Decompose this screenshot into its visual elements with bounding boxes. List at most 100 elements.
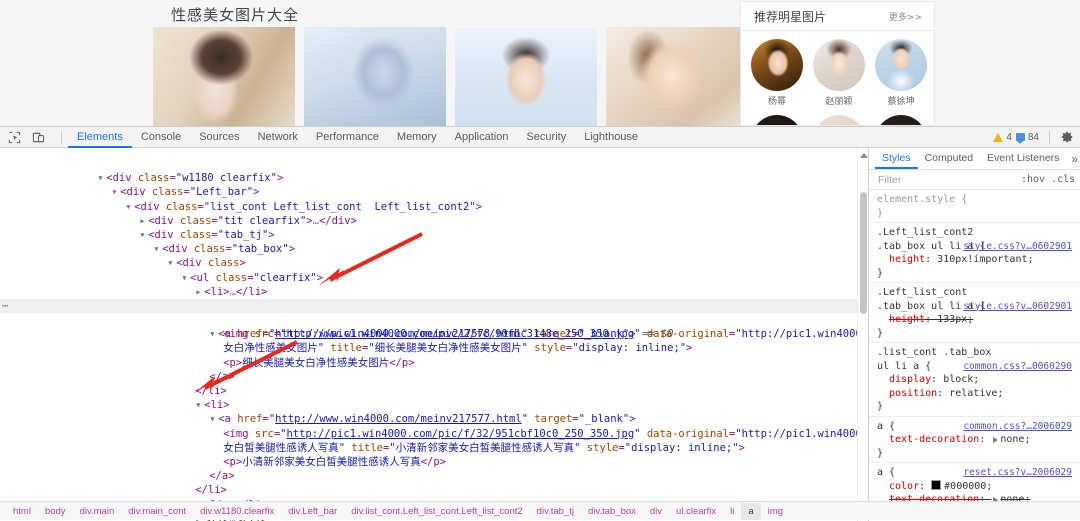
style-prop[interactable]: position <box>877 387 937 401</box>
breadcrumb-div[interactable]: div <box>643 503 669 520</box>
dom-line-li-collapsed[interactable]: ▸<li>…</li> <box>0 483 868 511</box>
more-tabs-icon[interactable]: » <box>1066 152 1080 166</box>
tab-styles[interactable]: Styles <box>875 148 918 169</box>
tab-lighthouse[interactable]: Lighthouse <box>575 127 647 148</box>
scroll-up-icon[interactable] <box>860 153 868 158</box>
breadcrumb-div-list-cont[interactable]: div.list_cont.Left_list_cont.Left_list_c… <box>344 503 529 520</box>
tab-security[interactable]: Security <box>517 127 575 148</box>
style-value[interactable]: none; <box>1000 434 1030 445</box>
dom-line-p-1[interactable]: <p>细长美腿美女白净性感美女图片</p> <box>0 341 868 369</box>
style-prop-struck[interactable]: height <box>877 313 925 327</box>
style-rule-left-list-cont[interactable]: .Left_list_cont style.css?v…0602901 .tab_… <box>869 283 1080 343</box>
dom-line-img-1a[interactable]: <img src="http://pic1.win4000.com/pic/2/… <box>0 313 868 340</box>
star-item[interactable] <box>874 115 928 125</box>
hov-toggle[interactable]: :hov <box>1021 174 1045 185</box>
tab-sources[interactable]: Sources <box>190 127 248 148</box>
style-value-struck[interactable]: 133px; <box>937 314 973 325</box>
style-value[interactable]: 310px!important; <box>937 254 1033 265</box>
tab-application[interactable]: Application <box>446 127 518 148</box>
breadcrumb-img[interactable]: img <box>761 503 790 520</box>
tab-computed[interactable]: Computed <box>918 148 980 169</box>
breadcrumb-div-main-cont[interactable]: div.main_cont <box>121 503 193 520</box>
dom-line-w1180[interactable]: ▾ <div class="w1180 clearfix"> <box>0 157 868 184</box>
dom-line-tit[interactable]: ▸ <div class="tit clearfix">…</div> <box>0 200 868 227</box>
dom-line-list-cont[interactable]: ▾ <div class="list_cont Left_list_cont Le… <box>0 185 868 213</box>
star-name: 蔡徐坤 <box>887 97 915 107</box>
dom-line-li-open-2[interactable]: ▾ <li> <box>0 384 868 411</box>
warning-badge[interactable]: 4 <box>993 132 1012 143</box>
tab-performance[interactable]: Performance <box>307 127 388 148</box>
breadcrumb-li[interactable]: li <box>723 503 741 520</box>
dom-line-li-open-1[interactable]: ▾<li> <box>0 285 868 312</box>
thumbnail-1[interactable] <box>153 27 295 126</box>
dom-line-img-2a[interactable]: <img src="http://pic1.win4000.com/pic/f/… <box>0 412 868 440</box>
style-source-link[interactable]: reset.css?v…2006029 <box>963 466 1072 480</box>
style-value[interactable]: block; <box>943 374 979 385</box>
thumbnail-4[interactable] <box>606 27 748 126</box>
dom-line-tab-tj[interactable]: ▾ <div class="tab_tj"> <box>0 214 868 241</box>
tab-network[interactable]: Network <box>249 127 307 148</box>
style-source-link[interactable]: common.css?…2006029 <box>963 420 1072 434</box>
thumbnail-3[interactable] <box>455 27 597 126</box>
scrollbar-thumb[interactable] <box>860 192 867 314</box>
star-item[interactable] <box>750 115 804 125</box>
star-item[interactable] <box>812 115 866 125</box>
dom-tree[interactable]: ▸<div class="list_cont list_cont2 w1180"… <box>0 148 868 521</box>
style-selector-2: ul li a { <box>877 360 932 372</box>
more-link[interactable]: 更多>> <box>889 10 922 23</box>
breadcrumb-div-w1180[interactable]: div.w1180.clearfix <box>193 503 281 520</box>
star-item[interactable]: 蔡徐坤 <box>874 39 928 107</box>
style-selector: .list_cont .tab_box <box>877 347 992 358</box>
star-item[interactable]: 杨幂 <box>750 39 804 107</box>
dom-line-div-class[interactable]: ▾ <div class> <box>0 242 868 269</box>
device-toolbar-icon[interactable] <box>31 130 46 145</box>
tab-event-listeners[interactable]: Event Listeners <box>980 148 1066 169</box>
star-item[interactable]: 赵丽颖 <box>812 39 866 107</box>
breadcrumb-html[interactable]: html <box>6 503 38 520</box>
cls-toggle[interactable]: .cls <box>1051 174 1075 185</box>
thumbnail-2[interactable] <box>304 27 446 126</box>
dom-tree-scrollbar[interactable] <box>857 148 868 521</box>
dom-line-tab-box[interactable]: ▾ <div class="tab_box"> <box>0 228 868 255</box>
dom-line-p-2[interactable]: <p>小清新邻家美女白皙美腿性感诱人写真</p> <box>0 441 868 468</box>
color-swatch[interactable] <box>931 479 942 490</box>
website-preview: 性感美女图片大全 推荐明星图片 更多>> 杨幂 赵丽颖 蔡徐坤 <box>0 0 1080 126</box>
style-close-brace: } <box>877 447 884 459</box>
style-prop[interactable]: display <box>877 373 931 387</box>
recommended-stars-header: 推荐明星图片 更多>> <box>741 2 934 31</box>
style-value[interactable]: #000000; <box>944 481 992 492</box>
style-rule-element-style[interactable]: element.style { } <box>869 190 1080 223</box>
thumbnail-3-image <box>455 27 597 126</box>
breadcrumb-div-main[interactable]: div.main <box>73 503 122 520</box>
devtools-tab-bar: Elements Console Sources Network Perform… <box>68 127 647 148</box>
tab-elements[interactable]: Elements <box>68 127 132 148</box>
breadcrumb-body[interactable]: body <box>38 503 73 520</box>
style-rule-left-list-cont2[interactable]: .Left_list_cont2 style.css?v…0602901 .tab… <box>869 223 1080 283</box>
dom-row-menu-icon[interactable]: ⋯ <box>2 299 8 313</box>
dom-line-li-collapsed[interactable]: ▸<li>…</li> <box>0 271 868 298</box>
dom-line-clipped[interactable]: ▸<div class="list_cont list_cont2 w1180"… <box>0 149 868 157</box>
style-rule-a-common[interactable]: a {common.css?…2006029 text-decoration: … <box>869 417 1080 463</box>
style-rule-list-cont-tabbox[interactable]: .list_cont .tab_box common.css?…0060290 u… <box>869 343 1080 417</box>
dom-line-anchor-selected[interactable]: ⋯ ▾ <a href="http://www.win4000.com/meinv… <box>0 298 868 340</box>
dom-line-left-bar[interactable]: ▾ <div class="Left_bar"> <box>0 171 868 198</box>
tab-console[interactable]: Console <box>132 127 190 148</box>
style-prop[interactable]: text-decoration <box>877 433 979 447</box>
dom-line-anchor-2[interactable]: ▾ <a href="http://www.win4000.com/meinv21… <box>0 398 868 425</box>
breadcrumb-div-left-bar[interactable]: div.Left_bar <box>281 503 344 520</box>
inspect-element-icon[interactable] <box>7 130 22 145</box>
dom-line-ul[interactable]: ▾ <ul class="clearfix"> <box>0 256 868 284</box>
breadcrumb-div-tab-tj[interactable]: div.tab_tj <box>530 503 581 520</box>
tab-memory[interactable]: Memory <box>388 127 446 148</box>
breadcrumb-ul-clearfix[interactable]: ul.clearfix <box>669 503 723 520</box>
breadcrumb-a[interactable]: a <box>741 502 761 520</box>
style-source-link[interactable]: common.css?…0060290 <box>963 360 1072 374</box>
breadcrumb-div-tab-box[interactable]: div.tab_box <box>581 503 643 520</box>
style-prop[interactable]: color <box>877 480 919 494</box>
style-prop[interactable]: height <box>877 253 925 267</box>
message-badge[interactable]: 84 <box>1015 132 1039 144</box>
styles-filter-input[interactable] <box>876 172 1015 187</box>
gear-icon[interactable] <box>1060 130 1074 144</box>
style-value[interactable]: relative; <box>949 388 1003 399</box>
expand-icon[interactable] <box>993 437 999 443</box>
